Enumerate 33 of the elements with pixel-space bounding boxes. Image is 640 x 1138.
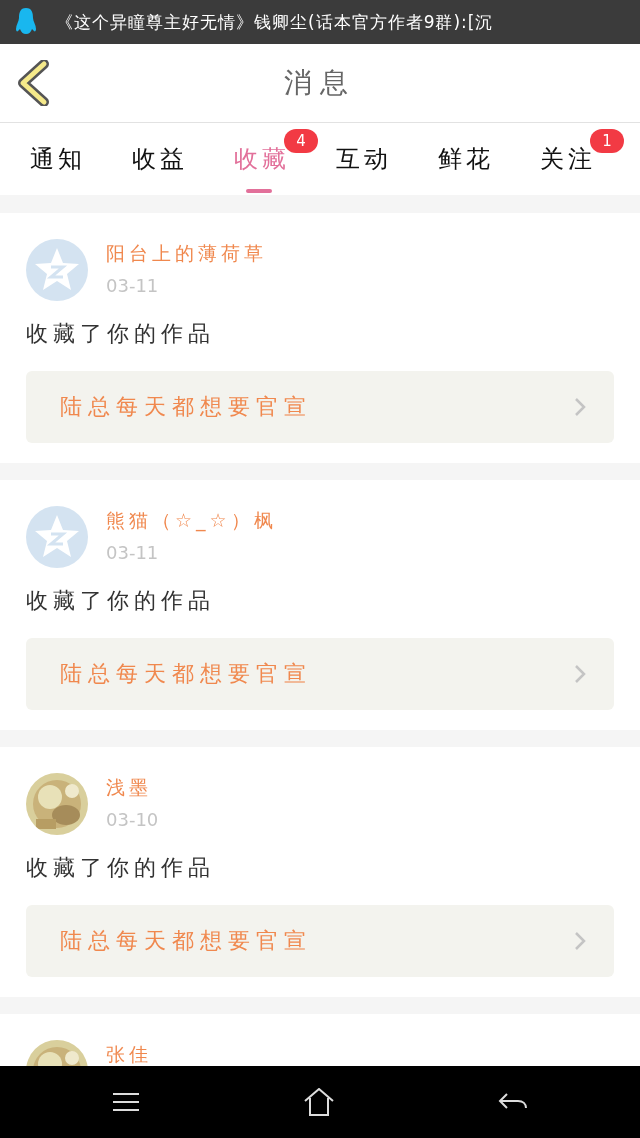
work-title: 陆总每天都想要官宣 bbox=[60, 393, 312, 421]
user-name[interactable]: 熊猫（☆_☆）枫 bbox=[106, 508, 277, 534]
page-title: 消息 bbox=[284, 65, 356, 101]
back-icon[interactable] bbox=[16, 60, 50, 106]
count-badge: 4 bbox=[284, 129, 318, 153]
message-text: 收藏了你的作品 bbox=[26, 587, 216, 615]
message-date: 03-10 bbox=[106, 809, 159, 830]
message-date: 03-11 bbox=[106, 542, 160, 563]
penguin-icon bbox=[14, 7, 38, 37]
work-link[interactable]: 陆总每天都想要官宣 bbox=[26, 638, 614, 710]
message-date: 03-11 bbox=[106, 275, 160, 296]
user-name[interactable]: 张佳 bbox=[106, 1042, 152, 1066]
count-badge: 1 bbox=[590, 129, 624, 153]
avatar-icon bbox=[26, 506, 88, 568]
work-title: 陆总每天都想要官宣 bbox=[60, 927, 312, 955]
home-icon[interactable] bbox=[304, 1088, 334, 1116]
tab[interactable]: 鲜花 bbox=[438, 139, 494, 179]
message-text: 收藏了你的作品 bbox=[26, 854, 216, 882]
notification-text: 《这个异瞳尊主好无情》钱卿尘(话本官方作者9群):[沉 bbox=[56, 10, 494, 34]
message-text: 收藏了你的作品 bbox=[26, 320, 216, 348]
menu-icon[interactable] bbox=[112, 1092, 140, 1112]
tab[interactable]: 互动 bbox=[336, 139, 392, 179]
work-link[interactable]: 陆总每天都想要官宣 bbox=[26, 905, 614, 977]
user-name[interactable]: 浅墨 bbox=[106, 775, 159, 801]
chevron-icon bbox=[574, 397, 586, 417]
avatar-icon bbox=[26, 239, 88, 301]
chevron-icon bbox=[574, 931, 586, 951]
work-title: 陆总每天都想要官宣 bbox=[60, 660, 312, 688]
tab[interactable]: 收益 bbox=[132, 139, 188, 179]
work-link[interactable]: 陆总每天都想要官宣 bbox=[26, 371, 614, 443]
chevron-icon bbox=[574, 664, 586, 684]
user-name[interactable]: 阳台上的薄荷草 bbox=[106, 241, 267, 267]
tab[interactable]: 通知 bbox=[30, 139, 86, 179]
